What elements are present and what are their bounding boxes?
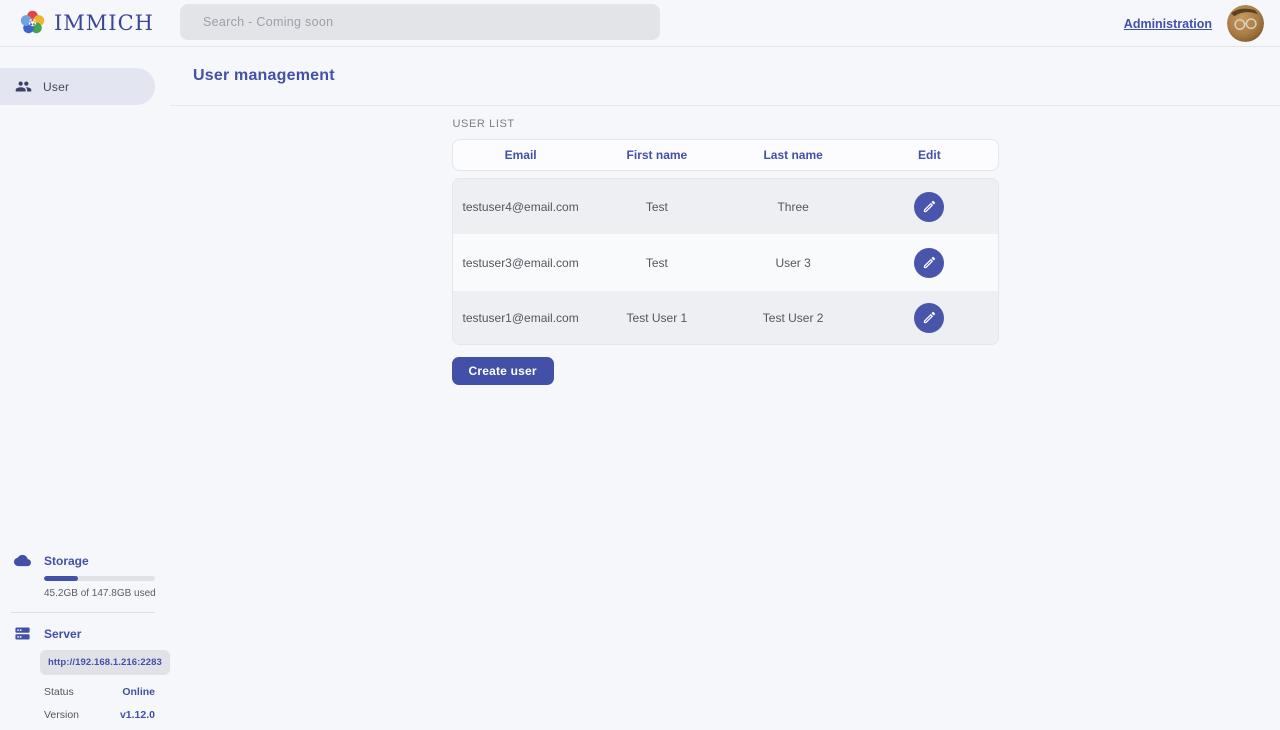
- cell-edit: [861, 303, 997, 333]
- cloud-icon: [14, 552, 31, 569]
- page-title: User management: [193, 67, 335, 85]
- table-body: testuser4@email.com Test Three testuser3…: [452, 178, 999, 345]
- pencil-icon: [922, 255, 937, 270]
- cell-edit: [861, 248, 997, 278]
- cell-first-name: Test: [589, 256, 725, 270]
- edit-user-button[interactable]: [914, 303, 944, 333]
- column-header-first-name: First name: [589, 148, 725, 162]
- administration-link[interactable]: Administration: [1124, 17, 1212, 31]
- server-status-row: Status Online: [44, 686, 155, 698]
- user-list-section: USER LIST Email First name Last name Edi…: [452, 118, 999, 385]
- storage-section-header: Storage: [0, 552, 170, 569]
- column-header-email: Email: [453, 148, 589, 162]
- cell-email: testuser3@email.com: [453, 256, 589, 270]
- edit-user-button[interactable]: [914, 192, 944, 222]
- server-url-badge: http://192.168.1.216:2283: [40, 650, 170, 675]
- cell-email: testuser1@email.com: [453, 311, 589, 325]
- cell-last-name: Three: [725, 200, 861, 214]
- user-avatar[interactable]: [1227, 5, 1264, 42]
- edit-user-button[interactable]: [914, 248, 944, 278]
- sidebar-item-label: User: [43, 80, 69, 94]
- page-title-bar: User management: [170, 47, 1280, 106]
- server-section-header: Server: [0, 625, 170, 642]
- server-title: Server: [44, 627, 81, 641]
- app-title: IMMICH: [54, 11, 154, 35]
- status-label: Status: [44, 686, 74, 698]
- cell-last-name: Test User 2: [725, 311, 861, 325]
- column-header-edit: Edit: [861, 148, 997, 162]
- cell-first-name: Test User 1: [589, 311, 725, 325]
- users-group-icon: [15, 78, 32, 95]
- cell-email: testuser4@email.com: [453, 200, 589, 214]
- content-area: USER LIST Email First name Last name Edi…: [170, 106, 1280, 385]
- main-content: User management USER LIST Email First na…: [170, 47, 1280, 730]
- storage-progress-fill: [44, 576, 78, 581]
- sidebar-bottom-panel: Storage 45.2GB of 147.8GB used Server ht…: [0, 552, 170, 721]
- table-row: testuser4@email.com Test Three: [453, 179, 998, 234]
- sidebar-divider: [11, 612, 155, 613]
- user-list-title: USER LIST: [453, 118, 999, 130]
- app-logo[interactable]: IMMICH: [19, 9, 154, 36]
- search-input[interactable]: [180, 4, 660, 40]
- cell-last-name: User 3: [725, 256, 861, 270]
- sidebar-item-user[interactable]: User: [0, 68, 155, 105]
- avatar-photo: [1227, 5, 1264, 42]
- pencil-icon: [922, 310, 937, 325]
- cell-first-name: Test: [589, 200, 725, 214]
- storage-usage-text: 45.2GB of 147.8GB used: [44, 588, 170, 599]
- pencil-icon: [922, 199, 937, 214]
- server-icon: [14, 625, 31, 642]
- storage-progress-bar: [44, 576, 155, 581]
- server-version-row: Version v1.12.0: [44, 709, 155, 721]
- table-row: testuser1@email.com Test User 1 Test Use…: [453, 289, 998, 344]
- storage-title: Storage: [44, 554, 89, 568]
- version-value: v1.12.0: [120, 709, 155, 721]
- version-label: Version: [44, 709, 79, 721]
- table-header-row: Email First name Last name Edit: [452, 139, 999, 171]
- table-row: testuser3@email.com Test User 3: [453, 234, 998, 289]
- create-user-button[interactable]: Create user: [452, 357, 554, 385]
- top-header: IMMICH Administration: [0, 0, 1280, 47]
- column-header-last-name: Last name: [725, 148, 861, 162]
- status-value: Online: [122, 686, 155, 698]
- cell-edit: [861, 192, 997, 222]
- immich-flower-icon: [19, 9, 46, 36]
- header-right-group: Administration: [1124, 0, 1264, 47]
- sidebar: User Storage 45.2GB of 147.8GB used S: [0, 47, 170, 730]
